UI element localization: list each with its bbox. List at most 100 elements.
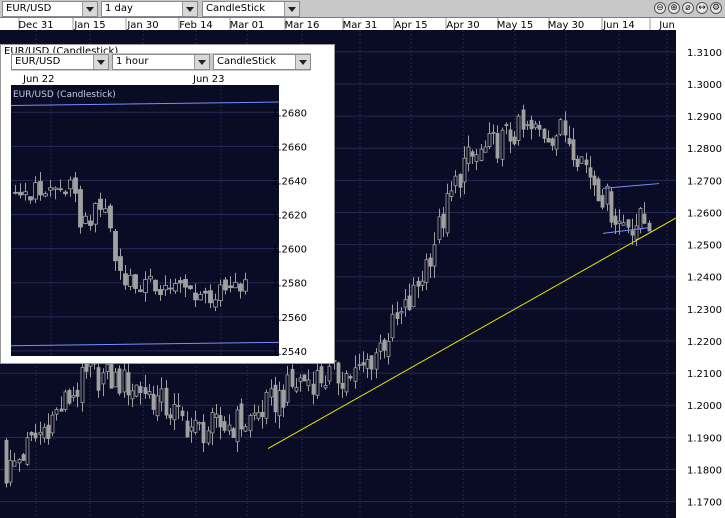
candle-body: [256, 412, 261, 420]
candle-body: [626, 219, 631, 228]
inset-candle-body: [103, 208, 108, 213]
candle-body: [151, 393, 156, 410]
draw-line-icon[interactable]: ⌀: [682, 2, 694, 14]
candle-body: [525, 124, 530, 127]
inset-window[interactable]: EUR/USD (Candlestick) EUR/USD 1 hour Can…: [0, 44, 335, 364]
inset-symbol-value: EUR/USD: [15, 56, 61, 67]
inset-candle-body: [123, 273, 128, 286]
candle-body: [218, 415, 223, 428]
inset-candle-body: [113, 231, 118, 262]
inset-candle-body: [93, 203, 98, 225]
inset-candle-body: [18, 191, 23, 196]
inset-toolbar: EUR/USD 1 hour CandleStick: [11, 53, 311, 71]
chart-type-select[interactable]: CandleStick: [202, 1, 300, 17]
candle-body: [260, 411, 265, 418]
candle-body: [449, 190, 454, 197]
period-select[interactable]: 1 day: [101, 1, 198, 17]
inset-candle-body: [13, 191, 18, 194]
x-tick-label: May 30: [548, 20, 585, 31]
candle-body: [273, 384, 278, 413]
candle-body: [483, 146, 488, 153]
settings-icon[interactable]: ⚙: [710, 2, 722, 14]
candle-body: [424, 259, 429, 283]
candle-body: [176, 405, 181, 408]
candle-body: [470, 151, 475, 157]
candle-body: [306, 379, 311, 387]
candle-body: [617, 220, 622, 224]
inset-candle-body: [233, 282, 238, 289]
candle-body: [147, 391, 152, 396]
inset-chart-type-select[interactable]: CandleStick: [213, 54, 311, 70]
candle-body: [239, 403, 244, 430]
chevron-down-icon: [295, 55, 310, 69]
inset-candle-body: [223, 279, 228, 291]
candle-body: [59, 408, 64, 412]
candle-body: [122, 369, 127, 393]
candle-body: [134, 384, 139, 397]
chart-stage: 1.1700 1.1800 1.1900 1.2000 1.2100 1.2200 1.23…: [0, 0, 725, 518]
inset-candle-body: [63, 191, 68, 195]
candle-body: [365, 359, 370, 369]
candle-body: [4, 439, 9, 484]
x-tick-label: Mar 01: [230, 20, 265, 31]
candle-body: [12, 460, 17, 467]
pan-icon[interactable]: ↔: [696, 2, 708, 14]
zoom-in-icon[interactable]: ⊕: [668, 2, 680, 14]
inset-candle-body: [238, 283, 243, 292]
candle-body: [546, 138, 551, 143]
symbol-select[interactable]: EUR/USD: [2, 1, 98, 17]
candle-body: [214, 413, 219, 418]
y-tick-label: 1.2500: [687, 241, 722, 252]
inset-candle-body: [193, 292, 198, 301]
y-tick-label: 1.2100: [687, 369, 722, 380]
candle-body: [554, 135, 559, 150]
candle-body: [189, 426, 194, 432]
inset-candle-body: [43, 193, 48, 197]
candle-body: [462, 157, 467, 183]
candle-body: [84, 362, 89, 372]
inset-symbol-select[interactable]: EUR/USD: [11, 54, 109, 70]
candle-body: [155, 395, 160, 417]
candle-body: [428, 257, 433, 267]
candle-body: [25, 437, 30, 465]
inset-candle-body: [178, 280, 183, 284]
y-tick-label: 1.2600: [687, 208, 722, 219]
candle-body: [575, 158, 580, 168]
zoom-out-icon[interactable]: ⊖: [654, 2, 666, 14]
candle-body: [327, 365, 332, 382]
candle-body: [201, 421, 206, 444]
y-tick-label: 1.3000: [687, 80, 722, 91]
candle-body: [8, 459, 13, 483]
y-tick-label: 1.2300: [687, 305, 722, 316]
inset-chart-type-value: CandleStick: [217, 56, 277, 67]
inset-candle-body: [53, 187, 58, 190]
candle-body: [558, 119, 563, 136]
candle-body: [584, 159, 589, 166]
chevron-down-icon: [93, 55, 108, 69]
candle-body: [420, 280, 425, 286]
candle-body: [609, 191, 614, 223]
candle-body: [390, 313, 395, 339]
candle-body: [159, 388, 164, 403]
candle-body: [222, 421, 227, 431]
inset-period-select[interactable]: 1 hour: [112, 54, 210, 70]
y-tick-label: 1.2400: [687, 273, 722, 284]
candle-body: [340, 382, 345, 389]
candle-body: [206, 430, 211, 444]
candle-body: [227, 424, 232, 432]
candle-body: [508, 129, 513, 142]
symbol-value: EUR/USD: [6, 3, 52, 14]
inset-candle-body: [68, 179, 73, 190]
candle-body: [235, 409, 240, 443]
candle-body: [50, 414, 55, 434]
inset-y-tick-label: 1.2620: [272, 211, 307, 222]
candle-body: [348, 376, 353, 379]
candle-body: [172, 404, 177, 421]
candle-body: [437, 216, 442, 241]
candle-body: [298, 377, 303, 382]
x-tick-label: Apr 30: [446, 20, 479, 31]
inset-y-tick-label: 1.2560: [272, 313, 307, 324]
candle-body: [277, 390, 282, 417]
chevron-down-icon: [284, 2, 299, 16]
inset-chart-label: EUR/USD (Candlestick): [13, 90, 116, 100]
